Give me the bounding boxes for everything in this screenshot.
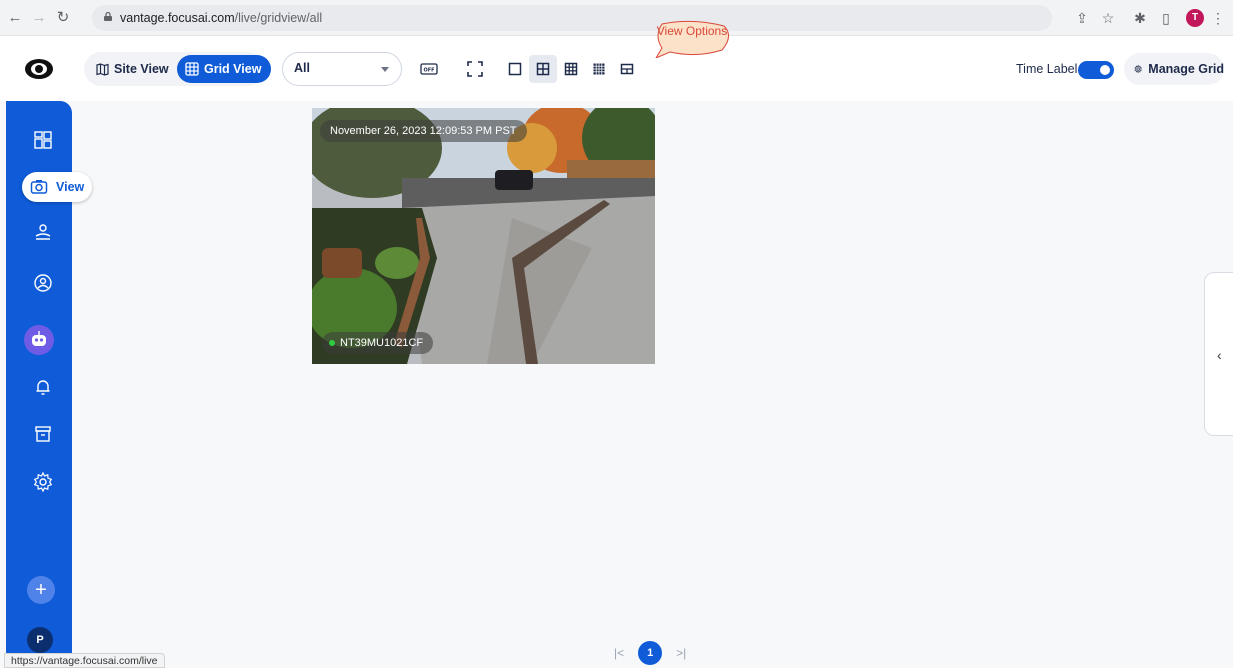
bookmark-star-icon[interactable]: ☆ bbox=[1098, 8, 1118, 28]
layout-3x3-icon bbox=[564, 62, 578, 76]
layout-1x1-button[interactable] bbox=[501, 55, 529, 83]
archive-icon[interactable] bbox=[32, 423, 54, 445]
first-page-button[interactable]: |< bbox=[614, 646, 624, 660]
dashboard-icon[interactable] bbox=[32, 129, 54, 151]
camera-tile[interactable]: November 26, 2023 12:09:53 PM PST NT39MU… bbox=[312, 108, 655, 364]
bell-icon[interactable] bbox=[32, 376, 54, 398]
layout-2x2-button[interactable] bbox=[529, 55, 557, 83]
map-icon bbox=[96, 62, 109, 76]
fullscreen-icon[interactable] bbox=[465, 59, 485, 79]
reload-icon[interactable]: ↻ bbox=[54, 9, 72, 27]
browser-menu-icon[interactable]: ⋮ bbox=[1208, 8, 1228, 28]
browser-chrome: ← → ↻ vantage.focusai.com/live/gridview/… bbox=[0, 0, 1233, 36]
online-status-dot bbox=[329, 340, 335, 346]
chevron-left-icon: ‹ bbox=[1217, 347, 1222, 363]
app-logo-icon[interactable] bbox=[24, 57, 54, 81]
layout-custom-icon bbox=[620, 63, 634, 75]
site-view-label: Site View bbox=[114, 62, 169, 76]
camera-feed-image bbox=[312, 108, 655, 364]
forward-arrow-icon[interactable]: → bbox=[30, 9, 48, 27]
side-panel-icon[interactable]: ▯ bbox=[1156, 8, 1176, 28]
right-drawer-handle[interactable]: ‹ bbox=[1204, 272, 1233, 436]
chevron-down-icon bbox=[381, 67, 389, 72]
ai-assistant-icon[interactable] bbox=[24, 325, 54, 355]
site-view-button[interactable]: Site View bbox=[88, 55, 179, 83]
layout-4x4-button[interactable] bbox=[585, 55, 613, 83]
lock-icon bbox=[104, 12, 112, 21]
page-number-button[interactable]: 1 bbox=[638, 641, 663, 665]
filter-select[interactable]: All bbox=[282, 52, 402, 86]
grid-view-label: Grid View bbox=[204, 62, 262, 76]
user-avatar[interactable]: P bbox=[27, 627, 53, 653]
manage-grid-button[interactable]: Manage Grid bbox=[1124, 53, 1224, 85]
location-icon[interactable] bbox=[32, 221, 54, 243]
camera-name-badge: NT39MU1021CF bbox=[322, 332, 434, 354]
time-label-text: Time Label bbox=[1016, 62, 1078, 76]
last-page-button[interactable]: >| bbox=[676, 646, 686, 660]
back-arrow-icon[interactable]: ← bbox=[6, 9, 24, 27]
time-label-toggle[interactable] bbox=[1078, 61, 1114, 79]
grid-view-button[interactable]: Grid View bbox=[177, 55, 272, 83]
sidebar-item-view[interactable]: View bbox=[22, 172, 92, 202]
grid-icon bbox=[185, 62, 199, 76]
filter-select-value: All bbox=[294, 61, 310, 75]
address-bar[interactable]: vantage.focusai.com/live/gridview/all bbox=[92, 5, 1052, 31]
share-icon[interactable]: ⇪ bbox=[1072, 8, 1092, 28]
layout-2x2-icon bbox=[536, 62, 550, 76]
layout-3x3-button[interactable] bbox=[557, 55, 585, 83]
browser-status-url: https://vantage.focusai.com/live bbox=[4, 653, 165, 668]
layout-custom-button[interactable] bbox=[613, 55, 641, 83]
camera-icon bbox=[30, 180, 48, 194]
browser-profile-avatar[interactable]: T bbox=[1186, 9, 1204, 27]
extensions-puzzle-icon[interactable]: ✱ bbox=[1130, 8, 1150, 28]
app-toolbar: Site View Grid View All OFF Time Label M… bbox=[0, 37, 1233, 101]
pagination: |< 1 >| bbox=[614, 641, 686, 665]
layout-4x4-icon bbox=[593, 63, 605, 75]
overlay-off-text: OFF bbox=[423, 68, 434, 74]
view-mode-switch: Site View Grid View bbox=[84, 52, 272, 86]
view-options-callout-text: View Options bbox=[656, 24, 728, 38]
settings-gear-icon[interactable] bbox=[32, 471, 54, 493]
sidebar-item-view-label: View bbox=[56, 180, 85, 194]
layout-1x1-icon bbox=[508, 62, 522, 76]
gear-icon bbox=[1134, 64, 1142, 74]
user-circle-icon[interactable] bbox=[32, 272, 54, 294]
toggle-knob bbox=[1100, 65, 1110, 75]
manage-grid-label: Manage Grid bbox=[1148, 62, 1224, 76]
url-text: vantage.focusai.com/live/gridview/all bbox=[120, 11, 323, 25]
timestamp-badge: November 26, 2023 12:09:53 PM PST bbox=[320, 120, 527, 142]
add-button[interactable]: + bbox=[27, 576, 55, 604]
camera-name: NT39MU1021CF bbox=[340, 337, 424, 349]
overlay-off-icon[interactable]: OFF bbox=[419, 59, 439, 79]
